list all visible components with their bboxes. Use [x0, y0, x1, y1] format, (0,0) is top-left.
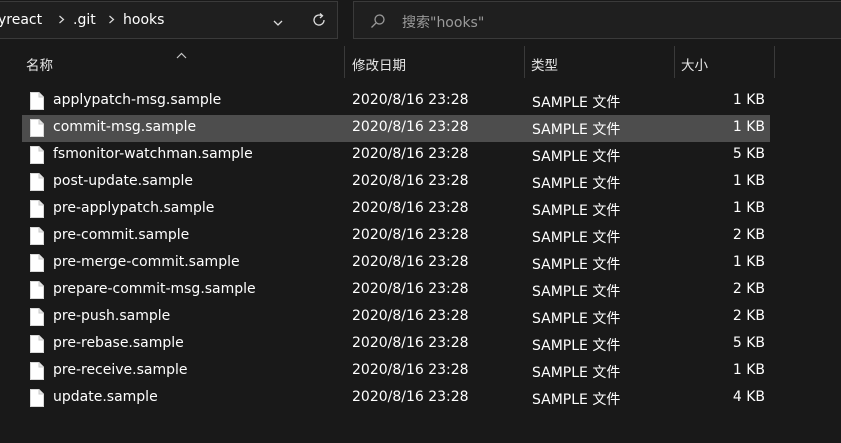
file-name: pre-applypatch.sample	[53, 200, 215, 216]
file-size: 4 KB	[732, 389, 765, 405]
file-type: SAMPLE 文件	[532, 95, 621, 111]
file-row[interactable]: applypatch-msg.sample 2020/8/16 23:28 SAMP…	[22, 88, 770, 115]
file-type: SAMPLE 文件	[532, 203, 621, 219]
file-date: 2020/8/16 23:28	[352, 200, 469, 216]
file-size: 1 KB	[732, 362, 765, 378]
file-name: pre-commit.sample	[53, 227, 190, 243]
file-date: 2020/8/16 23:28	[352, 389, 469, 405]
file-date: 2020/8/16 23:28	[352, 362, 469, 378]
file-icon	[30, 335, 44, 357]
search-icon	[371, 14, 385, 28]
file-size: 1 KB	[732, 92, 765, 108]
file-size: 1 KB	[732, 200, 765, 216]
column-divider[interactable]	[774, 46, 775, 78]
file-name: pre-push.sample	[53, 308, 171, 324]
file-size: 2 KB	[732, 281, 765, 297]
file-date: 2020/8/16 23:28	[352, 308, 469, 324]
file-row[interactable]: commit-msg.sample 2020/8/16 23:28 SAMPLE 文…	[22, 115, 770, 142]
file-size: 2 KB	[732, 227, 765, 243]
breadcrumb-item-yreact[interactable]: yreact	[0, 12, 42, 28]
file-icon	[30, 119, 44, 141]
column-header-type[interactable]: 类型	[525, 46, 674, 78]
file-icon	[30, 146, 44, 168]
column-header-date[interactable]: 修改日期	[345, 46, 524, 78]
file-name: pre-merge-commit.sample	[53, 254, 240, 270]
file-size: 2 KB	[732, 308, 765, 324]
file-name: update.sample	[53, 389, 158, 405]
file-date: 2020/8/16 23:28	[352, 146, 469, 162]
file-row[interactable]: prepare-commit-msg.sample 2020/8/16 23:28…	[22, 277, 770, 304]
file-icon	[30, 200, 44, 222]
refresh-button[interactable]	[301, 2, 337, 38]
column-header-name-label: 名称	[26, 58, 53, 74]
breadcrumb-item-git[interactable]: .git	[73, 12, 96, 28]
address-bar[interactable]: yreact .git hooks	[0, 1, 338, 39]
file-row[interactable]: fsmonitor-watchman.sample 2020/8/16 23:28…	[22, 142, 770, 169]
file-row[interactable]: pre-push.sample 2020/8/16 23:28 SAMPLE 文件 2…	[22, 304, 770, 331]
chevron-right-icon[interactable]	[58, 15, 65, 24]
file-type: SAMPLE 文件	[532, 365, 621, 381]
file-date: 2020/8/16 23:28	[352, 92, 469, 108]
file-row[interactable]: post-update.sample 2020/8/16 23:28 SAMPLE …	[22, 169, 770, 196]
breadcrumb-item-hooks[interactable]: hooks	[123, 12, 164, 28]
file-row[interactable]: pre-rebase.sample 2020/8/16 23:28 SAMPLE 文…	[22, 331, 770, 358]
column-header-type-label: 类型	[531, 58, 558, 74]
file-date: 2020/8/16 23:28	[352, 227, 469, 243]
chevron-down-icon[interactable]	[272, 14, 284, 33]
file-type: SAMPLE 文件	[532, 311, 621, 327]
column-header-size-label: 大小	[681, 58, 708, 74]
file-type: SAMPLE 文件	[532, 230, 621, 246]
file-row[interactable]: pre-applypatch.sample 2020/8/16 23:28 SAMP…	[22, 196, 770, 223]
file-row[interactable]: pre-commit.sample 2020/8/16 23:28 SAMPLE 文…	[22, 223, 770, 250]
search-placeholder: 搜索"hooks"	[402, 15, 485, 31]
file-size: 1 KB	[732, 119, 765, 135]
file-type: SAMPLE 文件	[532, 284, 621, 300]
file-icon	[30, 92, 44, 114]
file-name: applypatch-msg.sample	[53, 92, 222, 108]
file-date: 2020/8/16 23:28	[352, 281, 469, 297]
file-name: commit-msg.sample	[53, 119, 197, 135]
file-list: applypatch-msg.sample 2020/8/16 23:28 SAMP…	[22, 88, 770, 412]
chevron-right-icon[interactable]	[108, 15, 115, 24]
file-type: SAMPLE 文件	[532, 176, 621, 192]
file-date: 2020/8/16 23:28	[352, 119, 469, 135]
file-icon	[30, 362, 44, 384]
file-row[interactable]: pre-merge-commit.sample 2020/8/16 23:28 SA…	[22, 250, 770, 277]
column-header-size[interactable]: 大小	[675, 46, 774, 78]
column-header-date-label: 修改日期	[352, 58, 406, 74]
file-date: 2020/8/16 23:28	[352, 335, 469, 351]
file-icon	[30, 173, 44, 195]
file-name: post-update.sample	[53, 173, 193, 189]
file-size: 1 KB	[732, 173, 765, 189]
file-icon	[30, 281, 44, 303]
column-header-name[interactable]: 名称	[20, 46, 344, 78]
file-icon	[30, 308, 44, 330]
file-icon	[30, 227, 44, 249]
refresh-icon	[313, 13, 325, 26]
file-row[interactable]: update.sample 2020/8/16 23:28 SAMPLE 文件 4 K…	[22, 385, 770, 412]
file-name: prepare-commit-msg.sample	[53, 281, 256, 297]
file-size: 1 KB	[732, 254, 765, 270]
file-name: fsmonitor-watchman.sample	[53, 146, 253, 162]
file-icon	[30, 389, 44, 411]
file-type: SAMPLE 文件	[532, 149, 621, 165]
file-size: 5 KB	[732, 146, 765, 162]
file-date: 2020/8/16 23:28	[352, 173, 469, 189]
file-type: SAMPLE 文件	[532, 257, 621, 273]
file-icon	[30, 254, 44, 276]
file-size: 5 KB	[732, 335, 765, 351]
file-type: SAMPLE 文件	[532, 122, 621, 138]
file-name: pre-rebase.sample	[53, 335, 184, 351]
file-type: SAMPLE 文件	[532, 392, 621, 408]
search-input[interactable]: 搜索"hooks"	[353, 1, 841, 39]
file-date: 2020/8/16 23:28	[352, 254, 469, 270]
file-type: SAMPLE 文件	[532, 338, 621, 354]
file-row[interactable]: pre-receive.sample 2020/8/16 23:28 SAMPLE …	[22, 358, 770, 385]
file-name: pre-receive.sample	[53, 362, 188, 378]
